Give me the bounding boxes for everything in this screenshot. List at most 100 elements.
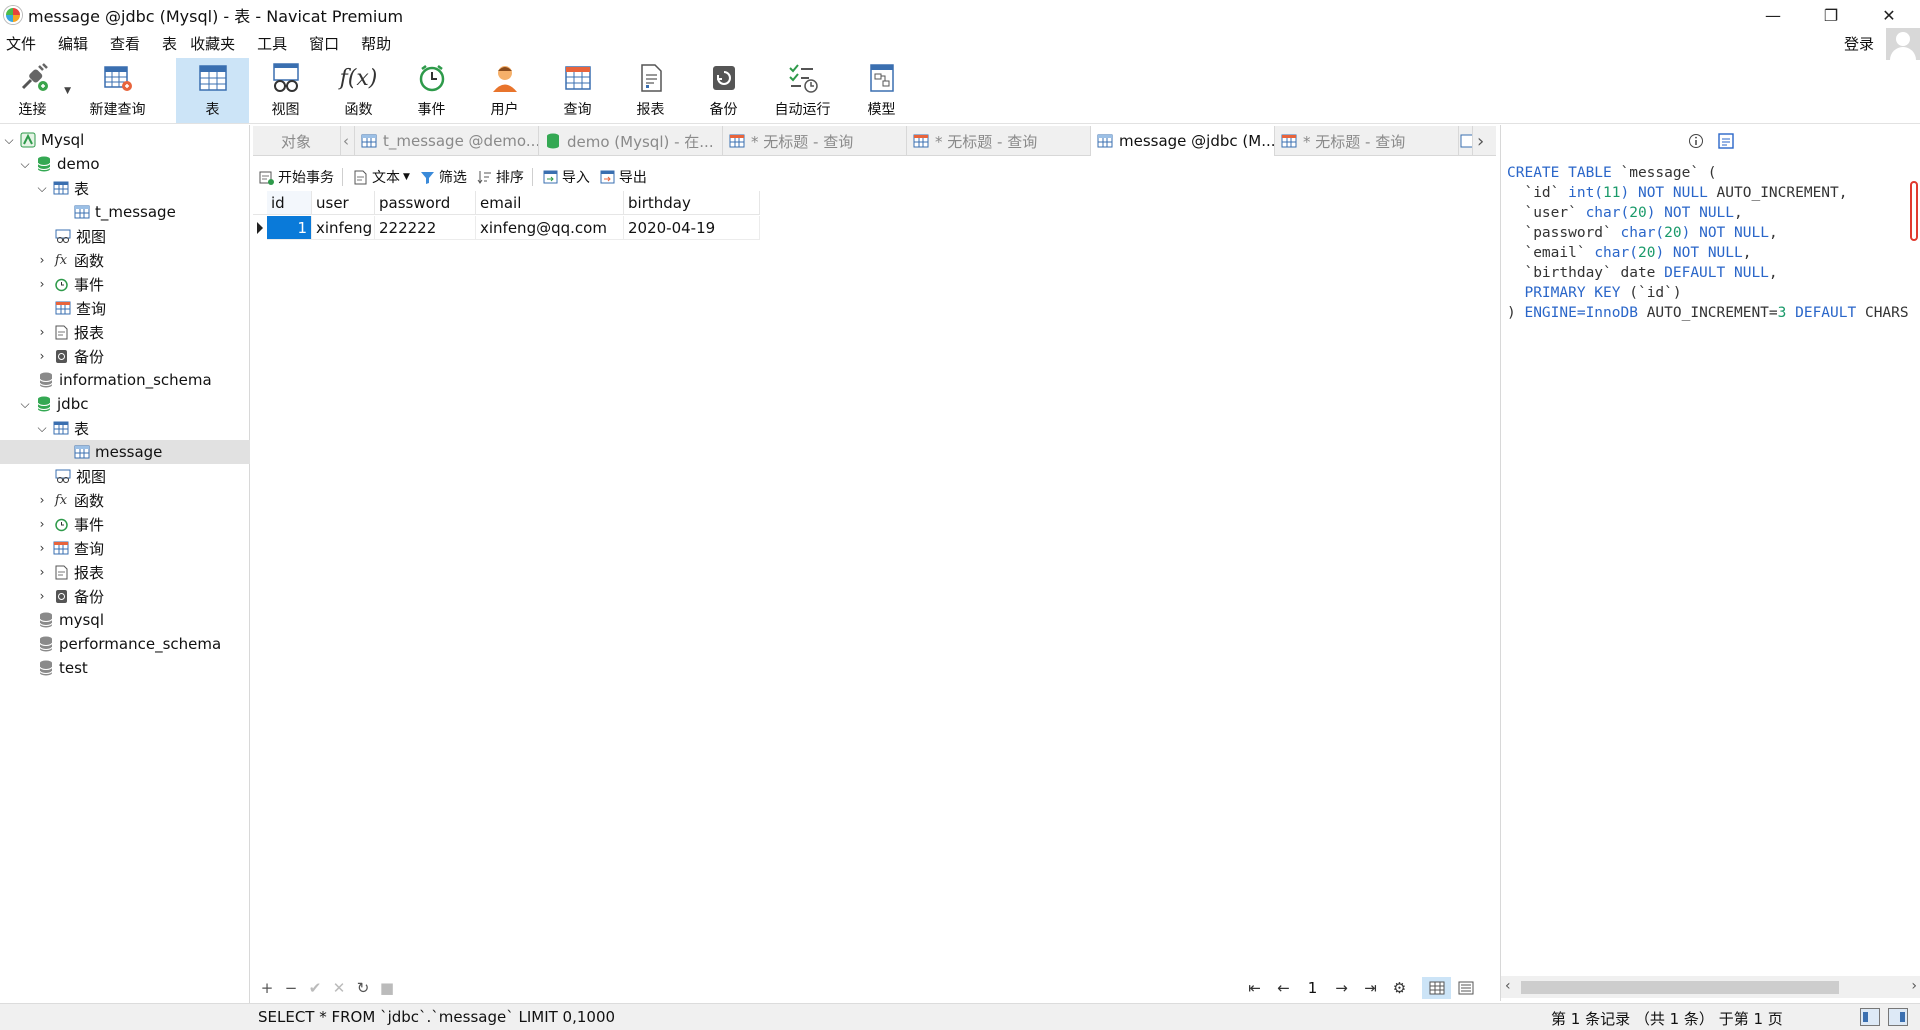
tree-demo-reports[interactable]: › 报表 [0, 320, 250, 344]
chevron-right-icon[interactable]: › [35, 349, 49, 363]
login-link[interactable]: 登录 [1844, 33, 1874, 54]
sort-button[interactable]: 排序 [477, 167, 524, 187]
tab-scroll-left[interactable]: ‹ [341, 126, 355, 156]
delete-record-button[interactable]: − [279, 979, 303, 997]
tree-db-information_schema[interactable]: information_schema [0, 368, 250, 392]
cell-birthday[interactable]: 2020-04-19 [624, 216, 760, 240]
ddl-tab[interactable] [1718, 133, 1734, 153]
model-button[interactable]: 模型 [845, 58, 918, 123]
info-tab[interactable] [1688, 133, 1704, 153]
tab-untitled-query-1[interactable]: * 无标题 - 查询 [723, 126, 907, 156]
view-button[interactable]: 视图 [249, 58, 322, 123]
menu-file[interactable]: 文件 [0, 30, 47, 58]
tree-jdbc-events[interactable]: › 事件 [0, 512, 250, 536]
menu-view[interactable]: 查看 [99, 30, 151, 58]
horizontal-scrollbar[interactable]: ‹ › [1501, 976, 1920, 998]
chevron-right-icon[interactable]: › [35, 325, 49, 339]
cell-id[interactable]: 1 [267, 216, 312, 240]
form-view-toggle[interactable] [1451, 981, 1480, 995]
chevron-left-icon[interactable]: ‹ [1505, 978, 1511, 994]
layout-right-panel-toggle[interactable] [1888, 1008, 1908, 1026]
backup-button[interactable]: 备份 [687, 58, 760, 123]
table-row[interactable]: 1 xinfeng 222222 xinfeng@qq.com 2020-04-… [253, 216, 760, 240]
chevron-right-icon[interactable]: › [35, 517, 49, 531]
tree-table-t_message[interactable]: t_message [0, 200, 250, 224]
tree-db-test[interactable]: test [0, 656, 250, 680]
report-button[interactable]: 报表 [614, 58, 687, 123]
user-button[interactable]: 用户 [468, 58, 541, 123]
table-button[interactable]: 表 [176, 58, 249, 123]
automation-button[interactable]: 自动运行 [760, 58, 845, 123]
tree-jdbc-tables[interactable]: ⌵ 表 [0, 416, 250, 440]
tree-db-demo[interactable]: ⌵ demo [0, 152, 250, 176]
new-query-button[interactable]: 新建查询 [75, 58, 160, 123]
tab-demo-mysql[interactable]: demo (Mysql) - 在... [539, 126, 723, 156]
menu-window[interactable]: 窗口 [298, 30, 350, 58]
tree-demo-tables[interactable]: ⌵ 表 [0, 176, 250, 200]
tree-jdbc-backups[interactable]: › 备份 [0, 584, 250, 608]
tree-demo-events[interactable]: › 事件 [0, 272, 250, 296]
tree-connection-mysql[interactable]: ⌵ Mysql [0, 128, 250, 152]
tree-demo-views[interactable]: 视图 [0, 224, 250, 248]
menu-tools[interactable]: 工具 [246, 30, 298, 58]
tab-untitled-query-3[interactable]: * 无标题 - 查询 [1275, 126, 1459, 156]
tree-demo-functions[interactable]: › fx 函数 [0, 248, 250, 272]
tab-objects[interactable]: 对象 [253, 126, 341, 156]
tree-db-mysql[interactable]: mysql [0, 608, 250, 632]
page-number-field[interactable]: 1 [1298, 979, 1327, 997]
ddl-code-view[interactable]: CREATE TABLE `message` ( `id` int(11) NO… [1507, 163, 1919, 323]
menu-table[interactable]: 表 [151, 30, 179, 58]
connect-dropdown-icon[interactable]: ▼ [64, 86, 71, 96]
chevron-right-icon[interactable]: › [35, 253, 49, 267]
cell-password[interactable]: 222222 [375, 216, 476, 240]
add-record-button[interactable]: + [255, 979, 279, 997]
filter-button[interactable]: 筛选 [420, 167, 467, 187]
tab-untitled-query-2[interactable]: * 无标题 - 查询 [907, 126, 1091, 156]
tab-scroll-right[interactable]: › [1473, 126, 1496, 156]
query-button[interactable]: 查询 [541, 58, 614, 123]
tree-db-performance_schema[interactable]: performance_schema [0, 632, 250, 656]
tree-demo-backups[interactable]: › 备份 [0, 344, 250, 368]
chevron-right-icon[interactable]: › [35, 277, 49, 291]
tree-jdbc-reports[interactable]: › 报表 [0, 560, 250, 584]
menu-help[interactable]: 帮助 [350, 30, 402, 58]
avatar[interactable] [1886, 28, 1920, 60]
column-header-id[interactable]: id [267, 191, 312, 215]
refresh-button[interactable]: ↻ [351, 979, 375, 997]
apply-changes-button[interactable]: ✔ [303, 979, 327, 997]
chevron-right-icon[interactable]: › [35, 589, 49, 603]
column-header-birthday[interactable]: birthday [624, 191, 760, 215]
chevron-right-icon[interactable]: › [35, 565, 49, 579]
stop-button[interactable]: ■ [375, 979, 399, 997]
tab-t_message-demo[interactable]: t_message @demo... [355, 126, 539, 156]
restore-button[interactable]: ❐ [1802, 0, 1860, 30]
tree-db-jdbc[interactable]: ⌵ jdbc [0, 392, 250, 416]
scrollbar-thumb[interactable] [1521, 981, 1839, 994]
close-button[interactable]: ✕ [1860, 0, 1918, 30]
menu-favorites[interactable]: 收藏夹 [179, 30, 246, 58]
discard-changes-button[interactable]: ✕ [327, 979, 351, 997]
text-dropdown-icon[interactable]: ▼ [403, 172, 410, 182]
tree-table-message[interactable]: message [0, 440, 250, 464]
column-header-password[interactable]: password [375, 191, 476, 215]
chevron-right-icon[interactable]: › [1911, 978, 1917, 994]
first-page-button[interactable]: ⇤ [1240, 979, 1269, 997]
chevron-down-icon[interactable]: ⌵ [35, 421, 49, 436]
export-button[interactable]: 导出 [600, 167, 647, 187]
chevron-down-icon[interactable]: ⌵ [18, 157, 32, 172]
layout-left-panel-toggle[interactable] [1860, 1008, 1880, 1026]
last-page-button[interactable]: ⇥ [1356, 979, 1385, 997]
chevron-down-icon[interactable]: ⌵ [35, 181, 49, 196]
tree-jdbc-functions[interactable]: › fx 函数 [0, 488, 250, 512]
tree-jdbc-views[interactable]: 视图 [0, 464, 250, 488]
event-button[interactable]: 事件 [395, 58, 468, 123]
chevron-right-icon[interactable]: › [35, 493, 49, 507]
import-button[interactable]: 导入 [543, 167, 590, 187]
grid-view-toggle[interactable] [1422, 977, 1451, 999]
scroll-indicator[interactable] [1910, 181, 1918, 241]
connect-button[interactable]: 连接 ▼ [0, 58, 71, 123]
tab-message-jdbc[interactable]: message @jdbc (M... [1091, 126, 1275, 156]
column-header-email[interactable]: email [476, 191, 624, 215]
next-page-button[interactable]: → [1327, 979, 1356, 997]
previous-page-button[interactable]: ← [1269, 979, 1298, 997]
